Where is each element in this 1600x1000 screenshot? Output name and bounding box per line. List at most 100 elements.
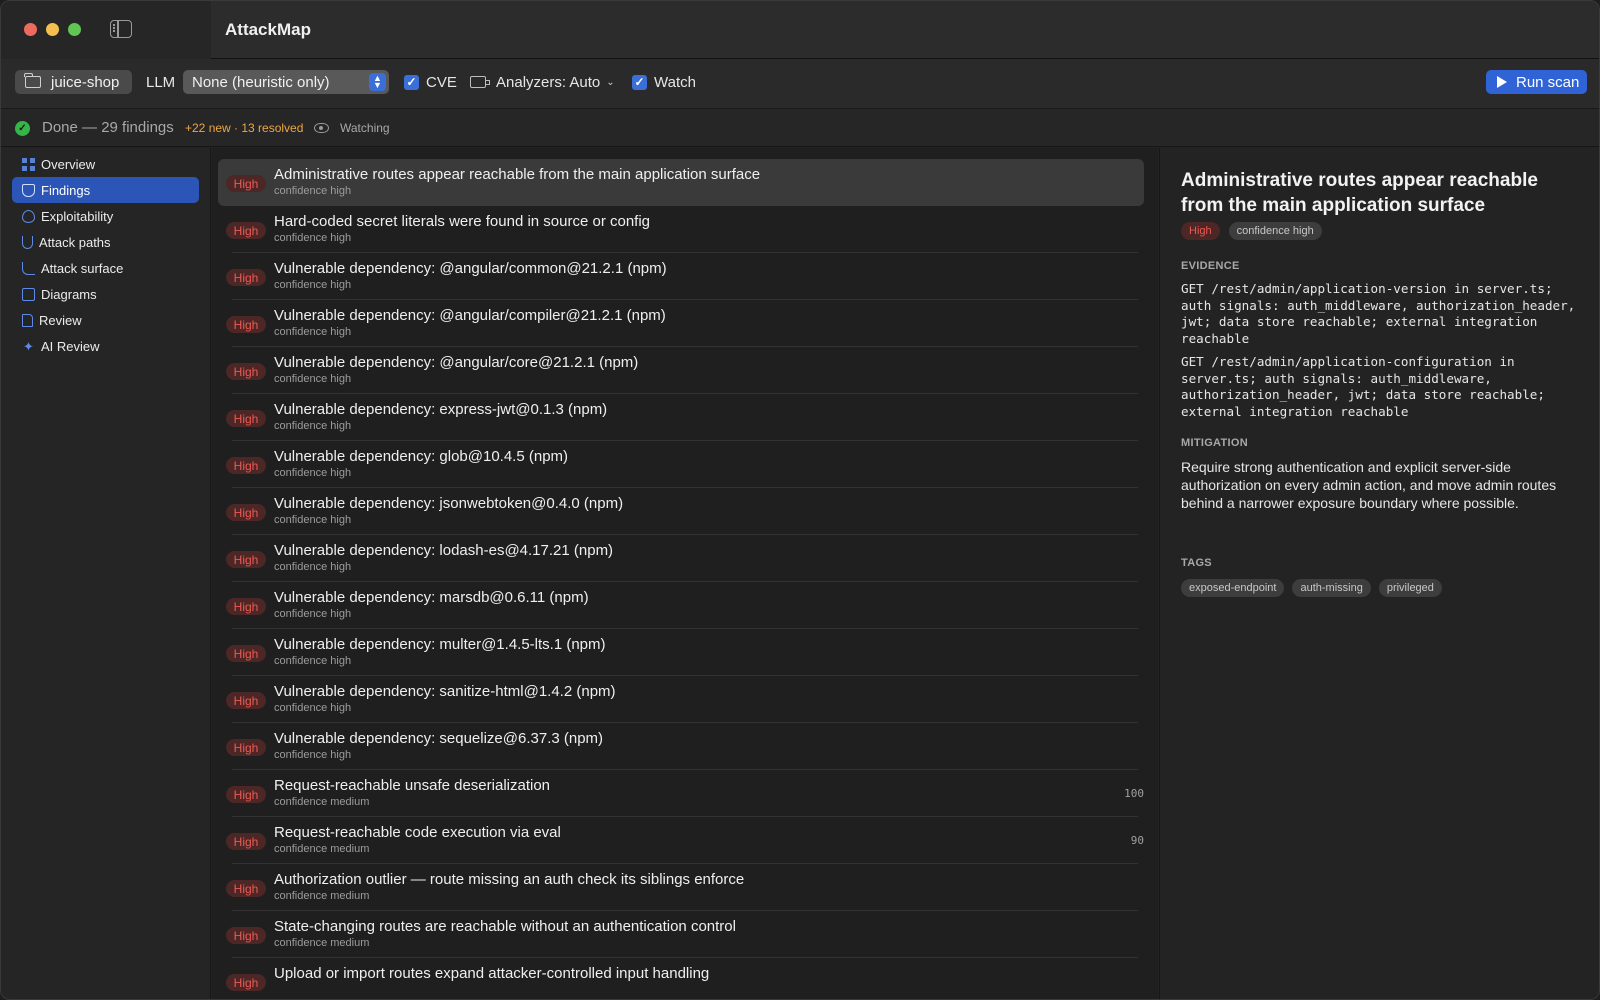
- title-bar-main-zone: [211, 1, 1599, 59]
- finding-title: Upload or import routes expand attacker-…: [274, 965, 710, 982]
- sidebar-item-ai-review[interactable]: ✦ AI Review: [12, 333, 199, 359]
- finding-row[interactable]: High Vulnerable dependency: @angular/com…: [218, 300, 1144, 347]
- finding-row[interactable]: High Hard-coded secret literals were fou…: [218, 206, 1144, 253]
- diagram-icon: [22, 287, 35, 301]
- finding-row[interactable]: High Request-reachable code execution vi…: [218, 817, 1144, 864]
- sidebar-item-review[interactable]: Review: [12, 307, 199, 333]
- finding-confidence: confidence high: [274, 185, 352, 197]
- severity-badge: High: [226, 222, 266, 239]
- finding-row[interactable]: High Vulnerable dependency: @angular/cor…: [218, 347, 1144, 394]
- sidebar-item-diagrams[interactable]: Diagrams: [12, 281, 199, 307]
- sparkle-icon: ✦: [23, 338, 34, 354]
- finding-row[interactable]: High Vulnerable dependency: glob@10.4.5 …: [218, 441, 1144, 488]
- finding-score: 100: [1124, 787, 1144, 800]
- finding-row[interactable]: High Vulnerable dependency: sequelize@6.…: [218, 723, 1144, 770]
- eye-icon: [314, 123, 329, 133]
- severity-badge: High: [226, 927, 266, 944]
- finding-row[interactable]: High Vulnerable dependency: marsdb@0.6.1…: [218, 582, 1144, 629]
- finding-title: Request-reachable code execution via eva…: [274, 824, 561, 841]
- severity-badge: High: [226, 692, 266, 709]
- finding-row[interactable]: High Vulnerable dependency: @angular/com…: [218, 253, 1144, 300]
- finding-confidence: confidence high: [274, 608, 352, 620]
- severity-badge: High: [226, 645, 266, 662]
- status-bar: ✓ Done — 29 findings +22 new · 13 resolv…: [1, 109, 1599, 147]
- severity-badge: High: [226, 316, 266, 333]
- finding-title: State-changing routes are reachable with…: [274, 918, 736, 935]
- finding-row[interactable]: High Vulnerable dependency: sanitize-htm…: [218, 676, 1144, 723]
- finding-confidence: confidence high: [274, 279, 352, 291]
- sidebar-item-label: Findings: [41, 182, 91, 198]
- mitigation-heading: MITIGATION: [1181, 437, 1248, 449]
- sidebar: Overview Findings Exploitability Attack …: [1, 148, 211, 999]
- finding-confidence: confidence medium: [274, 937, 370, 949]
- sidebar-item-exploitability[interactable]: Exploitability: [12, 203, 199, 229]
- run-scan-button[interactable]: Run scan: [1486, 70, 1587, 94]
- severity-badge: High: [226, 974, 266, 991]
- watching-status: Watching: [340, 121, 390, 135]
- evidence-heading: EVIDENCE: [1181, 260, 1240, 272]
- finding-title: Vulnerable dependency: lodash-es@4.17.21…: [274, 542, 614, 559]
- close-window-button[interactable]: [24, 23, 37, 36]
- finding-confidence: confidence high: [274, 749, 352, 761]
- tag-chip[interactable]: exposed-endpoint: [1181, 579, 1285, 597]
- project-name: juice-shop: [51, 73, 120, 91]
- finding-row[interactable]: High Vulnerable dependency: lodash-es@4.…: [218, 535, 1144, 582]
- finding-row[interactable]: High Vulnerable dependency: jsonwebtoken…: [218, 488, 1144, 535]
- cve-toggle[interactable]: ✓ CVE: [404, 70, 457, 94]
- finding-confidence: confidence medium: [274, 843, 370, 855]
- finding-row[interactable]: High Request-reachable unsafe deserializ…: [218, 770, 1144, 817]
- finding-title: Authorization outlier — route missing an…: [274, 871, 745, 888]
- chevron-down-icon: ⌄: [606, 76, 615, 88]
- cve-checkbox[interactable]: ✓: [404, 74, 419, 90]
- finding-score: 90: [1130, 834, 1144, 847]
- grid-icon: [22, 157, 35, 171]
- finding-row[interactable]: High State-changing routes are reachable…: [218, 911, 1144, 958]
- finding-row[interactable]: High Vulnerable dependency: multer@1.4.5…: [218, 629, 1144, 676]
- finding-confidence: confidence high: [274, 420, 352, 432]
- finding-confidence: confidence high: [274, 655, 352, 667]
- sidebar-item-label: Diagrams: [41, 286, 97, 302]
- severity-badge: High: [226, 269, 266, 286]
- finding-title: Vulnerable dependency: @angular/core@21.…: [274, 354, 639, 371]
- finding-confidence: confidence high: [274, 561, 352, 573]
- finding-confidence: confidence high: [274, 514, 352, 526]
- toolbar: juice-shop LLM None (heuristic only) ▲ ▼ …: [1, 59, 1599, 109]
- app-title: AttackMap: [225, 20, 311, 39]
- sidebar-item-attack-surface[interactable]: Attack surface: [12, 255, 199, 281]
- chevron-up-down-icon: ▲ ▼: [369, 73, 386, 91]
- analyzers-menu[interactable]: Analyzers: Auto ⌄: [470, 70, 615, 94]
- fork-icon: [22, 235, 33, 249]
- llm-select[interactable]: None (heuristic only) ▲ ▼: [183, 70, 389, 94]
- play-icon: [1497, 76, 1507, 88]
- sidebar-toggle-icon[interactable]: [110, 20, 132, 38]
- tag-chip[interactable]: privileged: [1378, 579, 1442, 597]
- severity-badge: High: [226, 598, 266, 615]
- sidebar-item-findings[interactable]: Findings: [12, 177, 199, 203]
- cve-label: CVE: [426, 73, 457, 91]
- finding-row[interactable]: High Upload or import routes expand atta…: [218, 958, 1144, 999]
- run-scan-label: Run scan: [1516, 73, 1580, 91]
- watch-checkbox[interactable]: ✓: [632, 74, 647, 90]
- sidebar-item-attack-paths[interactable]: Attack paths: [12, 229, 199, 255]
- findings-list: High Administrative routes appear reacha…: [212, 148, 1158, 999]
- shield-icon: [22, 183, 35, 197]
- zoom-window-button[interactable]: [68, 23, 81, 36]
- finding-title: Vulnerable dependency: jsonwebtoken@0.4.…: [274, 495, 624, 512]
- sidebar-item-label: AI Review: [41, 338, 100, 354]
- project-button[interactable]: juice-shop: [15, 70, 132, 94]
- analyzers-label: Analyzers: Auto: [496, 73, 601, 91]
- finding-row[interactable]: High Vulnerable dependency: express-jwt@…: [218, 394, 1144, 441]
- sidebar-item-overview[interactable]: Overview: [12, 151, 199, 177]
- watch-toggle[interactable]: ✓ Watch: [632, 70, 696, 94]
- finding-title: Vulnerable dependency: marsdb@0.6.11 (np…: [274, 589, 589, 606]
- severity-badge: High: [226, 551, 266, 568]
- finding-confidence: confidence high: [274, 326, 352, 338]
- tag-chip[interactable]: auth-missing: [1292, 579, 1371, 597]
- severity-badge: High: [226, 410, 266, 427]
- finding-row[interactable]: High Authorization outlier — route missi…: [218, 864, 1144, 911]
- finding-title: Vulnerable dependency: @angular/common@2…: [274, 260, 667, 277]
- finding-row[interactable]: High Administrative routes appear reacha…: [218, 159, 1144, 206]
- severity-badge: High: [226, 363, 266, 380]
- confidence-badge: confidence high: [1228, 222, 1322, 240]
- minimize-window-button[interactable]: [46, 23, 59, 36]
